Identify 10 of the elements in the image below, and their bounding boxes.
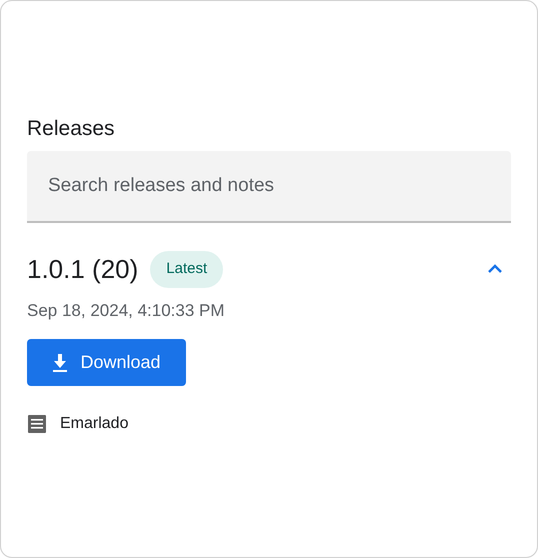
notes-icon [27, 414, 47, 434]
search-field[interactable]: Search releases and notes [27, 151, 511, 223]
release-notes: Emarlado [60, 414, 128, 434]
download-button[interactable]: Download [27, 339, 186, 386]
section-title: Releases [27, 116, 116, 142]
chevron-icon [487, 264, 503, 274]
latest-badge: Latest [150, 251, 224, 288]
version-number: 1.0.1 (20) [27, 253, 138, 286]
release-date: Sep 18, 2024, 4:10:33 PM [27, 300, 226, 322]
download-icon [52, 354, 68, 372]
